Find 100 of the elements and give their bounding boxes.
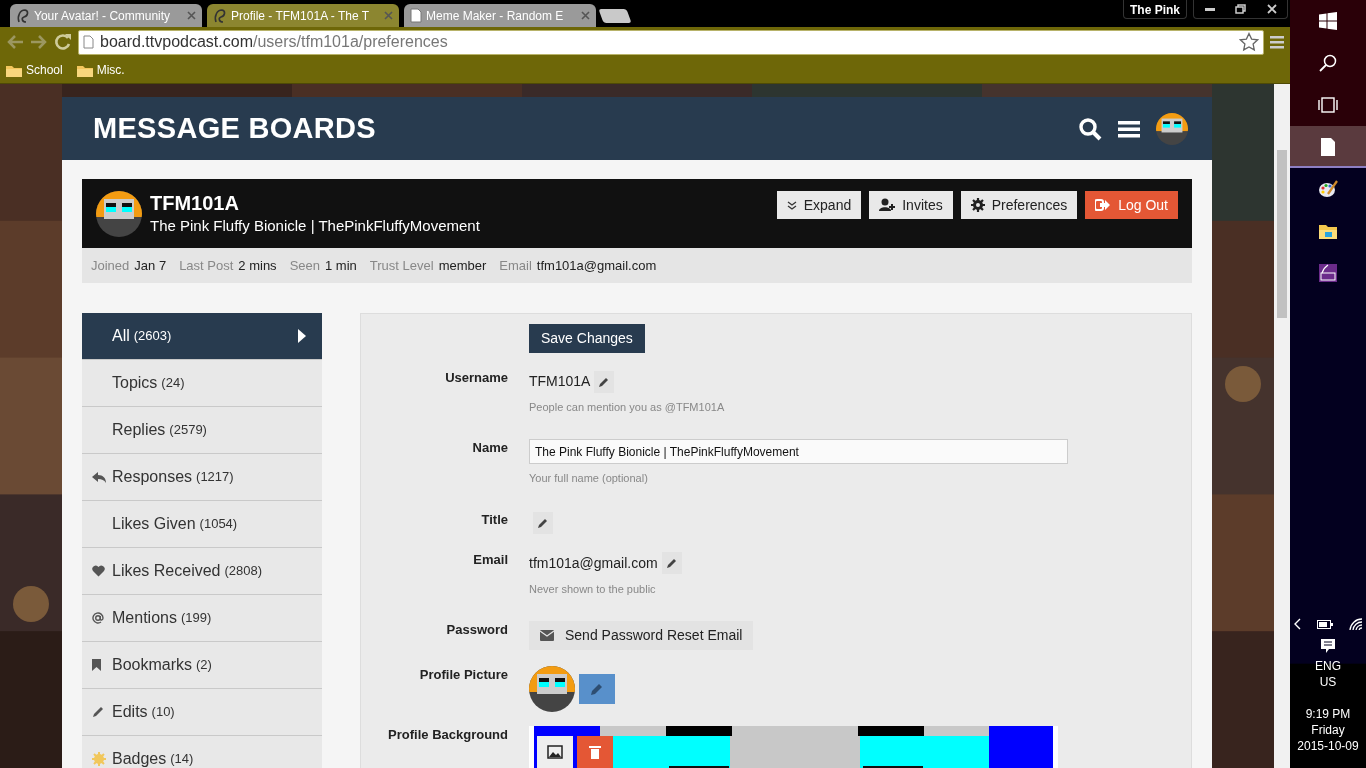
site-icon [16,7,30,24]
language-indicator[interactable]: ENG US [1315,658,1341,690]
close-icon[interactable] [581,11,590,20]
field-value: tfm101a@gmail.com [529,554,658,571]
stat-label: Joined [91,257,130,273]
menu-icon[interactable] [1118,119,1140,138]
caret-icon [298,329,306,343]
folder-icon [76,63,93,77]
reload-icon[interactable] [54,33,72,51]
field-value: TFM101A [529,373,591,389]
trash-icon [589,745,601,759]
settings-icon [970,198,985,212]
bookmark-icon [92,659,101,671]
stat-label: Last Post [179,257,234,273]
stat-label: Seen [289,257,320,273]
close-icon[interactable] [187,11,196,20]
profile-action-button[interactable]: Preferences [960,191,1078,219]
bookmark[interactable]: School [6,61,63,79]
badge-icon [92,752,106,766]
chevrons-icon [786,200,797,210]
notification-icon[interactable] [1320,638,1336,654]
task-view-icon [1318,97,1338,113]
sidebar-item[interactable]: Edits (10) [82,689,322,736]
sidebar-item[interactable]: Replies (2579) [82,407,322,454]
stat-value: member [438,257,487,273]
stat-value: 1 min [325,257,357,273]
stat-value: 2 mins [238,257,277,273]
profile-action-button[interactable]: Expand [776,191,862,219]
add-user-icon [879,198,896,212]
url-text: board.ttvpodcast.com/users/tfm101a/preferences [100,32,448,52]
field-label: Profile Picture [418,666,508,684]
pencil-icon [92,706,104,718]
notepad-icon [1318,137,1338,157]
save-button[interactable]: Save Changes [529,324,645,353]
field-label: Password [445,621,508,639]
restore-icon [1235,4,1246,14]
page-icon [410,8,422,23]
reply-icon [92,471,106,483]
edit-button[interactable] [533,512,553,535]
sidebar-item[interactable]: All (2603) [82,313,322,360]
stat-label: Trust Level [369,257,434,273]
bookmark[interactable]: Misc. [76,61,125,79]
browser-tab[interactable]: Profile - TFM101A - The T [207,4,399,27]
username: TFM101A [150,191,240,215]
envelope-icon [540,630,554,641]
sidebar-item[interactable]: Mentions (199) [82,595,322,642]
close-icon [1266,4,1277,14]
field-label: Profile Background [387,726,508,744]
pencil-icon [538,518,548,529]
site-icon [213,7,227,24]
help-text: Never shown to the public [529,581,657,597]
field-label: Name [471,438,508,457]
sidebar-item[interactable]: Responses (1217) [82,454,322,501]
profile-button[interactable]: The Pink [1123,0,1187,19]
pencil-icon [591,683,603,695]
palette-icon [1318,179,1338,199]
field-label: Title [480,510,508,529]
chevron-icon[interactable] [1293,618,1301,630]
sidebar-item[interactable]: Bookmarks (2) [82,642,322,689]
address-bar[interactable]: board.ttvpodcast.com/users/tfm101a/preferences [78,29,1264,55]
page-icon [83,35,94,49]
help-text: People can mention you as @TFM101A [529,400,726,415]
sidebar-item[interactable]: Topics (24) [82,360,322,407]
pencil-icon [666,558,677,569]
reset-password-button[interactable]: Send Password Reset Email [529,621,754,650]
field-label: Email [472,550,508,569]
user-title: The Pink Fluffy Bionicle | ThePinkFluffyMovement [150,216,481,236]
battery-icon[interactable] [1316,619,1333,629]
help-text: Your full name (optional) [529,471,649,486]
name-field[interactable]: The Pink Fluffy Bionicle | ThePinkFluffyMovement [529,439,1068,464]
search-icon[interactable] [1078,116,1102,141]
profile-action-button[interactable]: Log Out [1085,191,1178,219]
stat-label: Email [499,257,532,273]
user-avatar[interactable] [1156,112,1188,145]
minimize-icon [1204,7,1215,11]
windows-icon [1319,12,1337,30]
sidebar-item[interactable]: Likes Received (2808) [82,548,322,595]
wifi-icon[interactable] [1348,618,1363,630]
scrollbar[interactable] [1274,84,1290,768]
delete-button[interactable] [577,736,613,768]
user-avatar [96,191,142,237]
folder-icon [6,63,22,77]
sidebar-item[interactable]: Likes Given (1054) [82,501,322,548]
at-icon [92,612,104,624]
sidebar-item[interactable]: Badges (14) [82,736,322,768]
stat-value: tfm101a@gmail.com [536,257,657,273]
search-icon [1319,54,1337,72]
clock[interactable]: 9:19 PM Friday 2015-10-09 [1297,706,1359,754]
profile-action-button[interactable]: Invites [869,191,953,219]
field-label: Username [444,369,508,387]
pencil-icon [599,376,610,387]
stat-value: Jan 7 [134,257,167,273]
image-button[interactable] [537,736,573,768]
image-icon [547,745,563,759]
heart-icon [92,565,105,577]
new-tab-button[interactable] [598,9,632,23]
edit-button[interactable] [661,552,682,575]
star-icon[interactable] [1239,32,1259,52]
edit-button[interactable] [594,370,615,393]
taskbar-app[interactable] [1290,126,1366,168]
